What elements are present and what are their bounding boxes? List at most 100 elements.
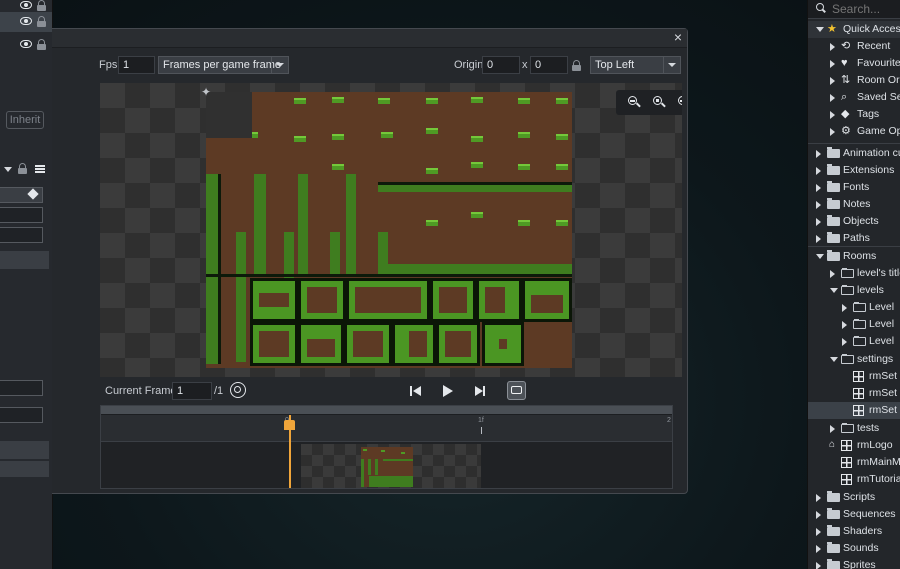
sprite-canvas[interactable]: ✦ bbox=[100, 83, 682, 377]
chevron-right-icon[interactable] bbox=[816, 201, 821, 209]
property-field[interactable] bbox=[0, 207, 43, 223]
tree-item[interactable]: Rooms bbox=[808, 248, 900, 265]
tree-item[interactable]: Scripts bbox=[808, 489, 900, 506]
chevron-right-icon[interactable] bbox=[830, 94, 835, 102]
chevron-right-icon[interactable] bbox=[830, 425, 835, 433]
property-field[interactable] bbox=[0, 407, 43, 423]
chevron-down-icon[interactable] bbox=[816, 27, 824, 32]
origin-crosshair-icon[interactable]: ✦ bbox=[200, 86, 212, 98]
chevron-right-icon[interactable] bbox=[816, 545, 821, 553]
lock-icon[interactable] bbox=[37, 16, 46, 27]
play-icon[interactable] bbox=[440, 383, 456, 399]
tree-item[interactable]: Level bbox=[808, 333, 900, 350]
frames-mode-select[interactable]: Frames per game frame bbox=[158, 56, 289, 74]
timeline-scrollbar[interactable] bbox=[101, 406, 672, 414]
tree-item[interactable]: ◆ Tags bbox=[808, 106, 900, 123]
skip-end-icon[interactable] bbox=[472, 383, 488, 399]
origin-x-input[interactable]: 0 bbox=[482, 56, 520, 74]
current-frame-input[interactable]: 1 bbox=[172, 382, 212, 400]
tree-item[interactable]: rmSet bbox=[808, 402, 900, 419]
chevron-right-icon[interactable] bbox=[816, 150, 821, 158]
frame-timeline[interactable]: 0f 1f 2 bbox=[100, 405, 673, 489]
tree-item[interactable]: ⌕ Saved Searches bbox=[808, 89, 900, 106]
chevron-down-icon[interactable] bbox=[830, 357, 838, 362]
chevron-right-icon[interactable] bbox=[816, 235, 821, 243]
onion-skin-icon[interactable] bbox=[230, 382, 246, 398]
tree-item[interactable]: ⚙ Game Options bbox=[808, 123, 900, 140]
origin-y-input[interactable]: 0 bbox=[530, 56, 568, 74]
chevron-right-icon[interactable] bbox=[830, 60, 835, 68]
zoom-in-icon[interactable] bbox=[675, 93, 682, 112]
search-box[interactable] bbox=[808, 0, 900, 19]
timeline-track[interactable] bbox=[101, 442, 672, 488]
property-field[interactable] bbox=[0, 380, 43, 396]
tree-item[interactable]: ⟲ Recent bbox=[808, 38, 900, 55]
tree-item[interactable]: Sounds bbox=[808, 540, 900, 557]
tree-item[interactable]: ★ Quick Access bbox=[808, 21, 900, 38]
eye-icon[interactable] bbox=[20, 1, 32, 9]
search-input[interactable] bbox=[832, 1, 900, 16]
lock-icon[interactable] bbox=[37, 39, 46, 50]
tree-item[interactable]: Notes bbox=[808, 196, 900, 213]
zoom-out-icon[interactable] bbox=[625, 93, 644, 112]
tree-item[interactable]: Level bbox=[808, 299, 900, 316]
tree-item[interactable]: Animation curves bbox=[808, 145, 900, 162]
tree-item[interactable]: Level bbox=[808, 316, 900, 333]
inherit-button[interactable]: Inherit bbox=[6, 111, 44, 129]
fps-input[interactable]: 1 bbox=[118, 56, 155, 74]
tree-item[interactable]: settings bbox=[808, 351, 900, 368]
tree-item[interactable]: Sequences bbox=[808, 506, 900, 523]
tree-item[interactable]: rmSet bbox=[808, 385, 900, 402]
chevron-down-icon[interactable] bbox=[4, 167, 12, 172]
skip-start-icon[interactable] bbox=[408, 383, 424, 399]
tree-item[interactable]: ⌂ rmLogo bbox=[808, 437, 900, 454]
chevron-right-icon[interactable] bbox=[830, 111, 835, 119]
tree-item[interactable]: Fonts bbox=[808, 179, 900, 196]
tree-item[interactable]: Paths bbox=[808, 230, 900, 247]
chevron-right-icon[interactable] bbox=[830, 77, 835, 85]
lock-icon[interactable] bbox=[18, 163, 27, 174]
tree-item[interactable]: rmTutoria bbox=[808, 471, 900, 488]
chevron-right-icon[interactable] bbox=[816, 184, 821, 192]
editor-title-bar[interactable]: × bbox=[52, 29, 687, 48]
tag-icon[interactable] bbox=[27, 188, 39, 200]
chevron-right-icon[interactable] bbox=[842, 304, 847, 312]
tree-item[interactable]: Extensions bbox=[808, 162, 900, 179]
tree-item[interactable]: ⇅ Room Order bbox=[808, 72, 900, 89]
chevron-right-icon[interactable] bbox=[816, 511, 821, 519]
lock-icon[interactable] bbox=[572, 60, 581, 71]
tree-item[interactable]: rmMainM bbox=[808, 454, 900, 471]
layer-row-selected[interactable] bbox=[0, 12, 52, 32]
chevron-right-icon[interactable] bbox=[816, 528, 821, 536]
menu-icon[interactable] bbox=[35, 165, 45, 173]
chevron-right-icon[interactable] bbox=[816, 167, 821, 175]
eye-icon[interactable] bbox=[20, 40, 32, 48]
chevron-right-icon[interactable] bbox=[842, 338, 847, 346]
playhead[interactable] bbox=[289, 415, 291, 488]
zoom-reset-icon[interactable] bbox=[650, 93, 669, 112]
tree-item[interactable]: ♥ Favourites bbox=[808, 55, 900, 72]
tree-item[interactable]: Shaders bbox=[808, 523, 900, 540]
close-button[interactable]: × bbox=[671, 30, 685, 44]
frame-thumbnail-cell[interactable] bbox=[301, 444, 481, 488]
timeline-ruler[interactable]: 0f 1f 2 bbox=[101, 415, 672, 442]
tree-item[interactable]: rmSet bbox=[808, 368, 900, 385]
tree-item[interactable]: Sprites bbox=[808, 557, 900, 569]
loop-icon[interactable] bbox=[507, 381, 526, 400]
lock-icon[interactable] bbox=[37, 0, 46, 11]
origin-preset-select[interactable]: Top Left bbox=[590, 56, 681, 74]
chevron-down-icon[interactable] bbox=[830, 288, 838, 293]
chevron-right-icon[interactable] bbox=[830, 128, 835, 136]
chevron-right-icon[interactable] bbox=[816, 218, 821, 226]
chevron-right-icon[interactable] bbox=[842, 321, 847, 329]
eye-icon[interactable] bbox=[20, 17, 32, 25]
layer-row[interactable] bbox=[0, 35, 52, 55]
tree-item[interactable]: Objects bbox=[808, 213, 900, 230]
chevron-right-icon[interactable] bbox=[816, 494, 821, 502]
chevron-right-icon[interactable] bbox=[830, 43, 835, 51]
chevron-down-icon[interactable] bbox=[816, 254, 824, 259]
chevron-right-icon[interactable] bbox=[830, 270, 835, 278]
tree-item[interactable]: level's title bbox=[808, 265, 900, 282]
chevron-right-icon[interactable] bbox=[816, 562, 821, 569]
property-field[interactable] bbox=[0, 227, 43, 243]
